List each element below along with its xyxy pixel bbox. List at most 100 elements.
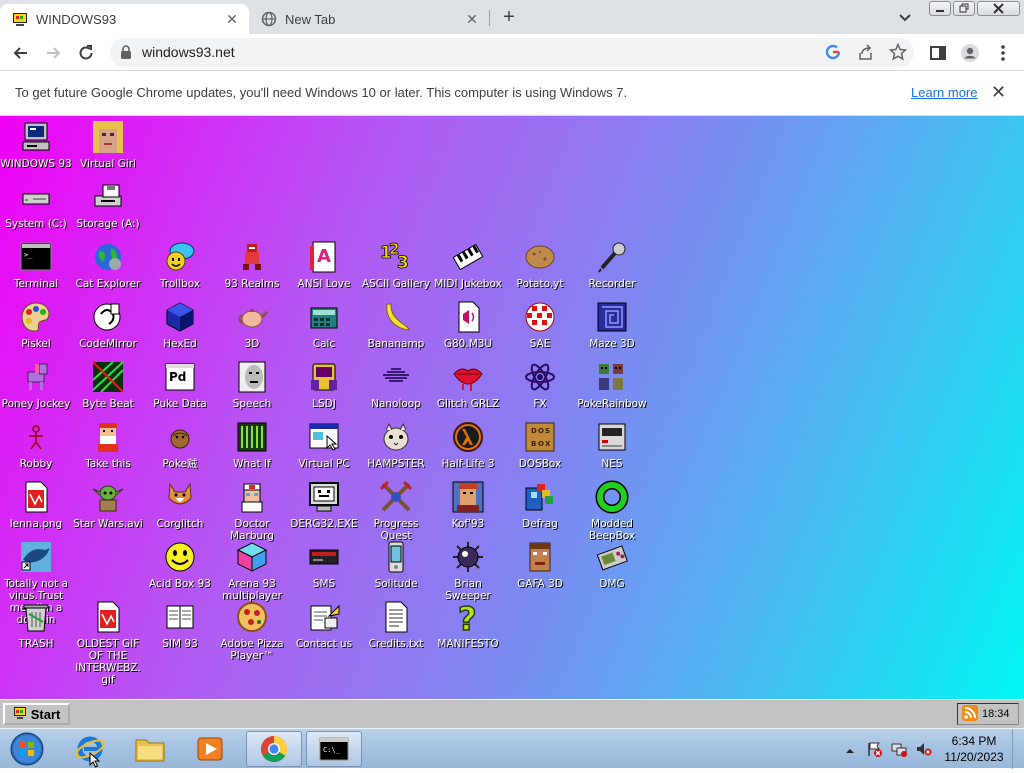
desktop-icon-sms[interactable]: SMS xyxy=(288,540,360,590)
desktop-icon-ascii-gallery[interactable]: 123 ASCII Gallery xyxy=(360,240,432,290)
desktop-icon-corglitch[interactable]: Corglitch xyxy=(144,480,216,530)
desktop-icon-puke-data[interactable]: Pd Puke Data xyxy=(144,360,216,410)
tab-new-tab[interactable]: New Tab ✕ xyxy=(249,4,489,34)
desktop-icon-defrag[interactable]: Defrag xyxy=(504,480,576,530)
restore-window-button[interactable] xyxy=(953,1,975,16)
desktop-icon-bananamp[interactable]: Bananamp xyxy=(360,300,432,350)
share-icon[interactable] xyxy=(857,44,874,66)
taskbar-google-chrome[interactable] xyxy=(246,731,302,767)
desktop-icon-midi-jukebox[interactable]: MIDI Jukebox xyxy=(432,240,504,290)
desktop-icon-oldest-gif[interactable]: OLDEST GIF OF THE INTERWEBZ.gif xyxy=(72,600,144,686)
chrome-menu-icon[interactable] xyxy=(993,43,1013,63)
desktop-icon-pokerainbow[interactable]: PokeRainbow xyxy=(576,360,648,410)
desktop-icon-recorder[interactable]: Recorder xyxy=(576,240,648,290)
desktop-icon-modded-beepbox[interactable]: Modded BeepBox xyxy=(576,480,648,542)
taskbar-windows-explorer[interactable] xyxy=(122,731,178,767)
desktop-icon-glitch-grlz[interactable]: Glitch GRLZ xyxy=(432,360,504,410)
desktop-icon-what-if[interactable]: What If xyxy=(216,420,288,470)
show-desktop-button[interactable] xyxy=(1012,729,1024,769)
desktop-icon-cat-explorer[interactable]: Cat Explorer xyxy=(72,240,144,290)
desktop-icon-trollbox[interactable]: Trollbox xyxy=(144,240,216,290)
desktop-icon-dosbox[interactable]: DOSBOX DOSBox xyxy=(504,420,576,470)
codemirror-icon xyxy=(93,303,121,331)
desktop-icon-ansi-love[interactable]: A ANSI Love xyxy=(288,240,360,290)
desktop-icon-robby[interactable]: Robby xyxy=(0,420,72,470)
forward-arrow-icon[interactable] xyxy=(43,43,63,63)
desktop-icon-speech[interactable]: Speech xyxy=(216,360,288,410)
tab-search-chevron-icon[interactable] xyxy=(896,8,914,26)
desktop-icon-doctor-marburg[interactable]: Doctor Marburg xyxy=(216,480,288,542)
infobar-close-icon[interactable]: ✕ xyxy=(991,83,1006,101)
desktop-icon-byte-beat[interactable]: Byte Beat xyxy=(72,360,144,410)
desktop-icon-adobe-pizza-player[interactable]: Adobe Pizza Player™ xyxy=(216,600,288,662)
desktop-icon-lsdj[interactable]: LSDJ xyxy=(288,360,360,410)
windows7-clock[interactable]: 6:34 PM 11/20/2023 xyxy=(940,733,1008,765)
desktop-icon-storage-a[interactable]: Storage (A:) xyxy=(72,180,144,230)
desktop-icon-g80-m3u[interactable]: G80.M3U xyxy=(432,300,504,350)
desktop-icon-system-c[interactable]: System (C:) xyxy=(0,180,72,230)
show-hidden-icons-chevron[interactable] xyxy=(845,743,855,761)
desktop-icon-contact-us[interactable]: Contact us xyxy=(288,600,360,650)
desktop-icon-derg32-exe[interactable]: DERG32.EXE xyxy=(288,480,360,530)
close-window-button[interactable] xyxy=(977,1,1020,16)
desktop-icon-progress-quest[interactable]: Progress Quest xyxy=(360,480,432,542)
desktop-icon-sae[interactable]: SAE xyxy=(504,300,576,350)
desktop-icon-fx[interactable]: FX xyxy=(504,360,576,410)
desktop-icon-manifesto[interactable]: ? MANIFESTO xyxy=(432,600,504,650)
address-bar[interactable]: windows93.net xyxy=(110,38,914,67)
minimize-window-button[interactable] xyxy=(929,1,951,16)
reload-icon[interactable] xyxy=(76,43,96,63)
desktop-icon-credits-txt[interactable]: Credits.txt xyxy=(360,600,432,650)
desktop-icon-nanoloop[interactable]: Nanoloop xyxy=(360,360,432,410)
desktop-icon-lenna-png[interactable]: lenna.png xyxy=(0,480,72,530)
desktop-icon-acid-box-93[interactable]: Acid Box 93 xyxy=(144,540,216,590)
close-tab-icon[interactable]: ✕ xyxy=(223,10,241,28)
back-arrow-icon[interactable] xyxy=(11,43,31,63)
desktop-icon-nes[interactable]: NES xyxy=(576,420,648,470)
desktop-icon-maze-3d[interactable]: Maze 3D xyxy=(576,300,648,350)
learn-more-link[interactable]: Learn more xyxy=(911,85,977,100)
desktop-icon-virtual-girl[interactable]: Virtual Girl xyxy=(72,120,144,170)
desktop-icon-dmg[interactable]: DMG xyxy=(576,540,648,590)
action-center-flag-icon[interactable] xyxy=(866,741,882,757)
bookmark-star-icon[interactable] xyxy=(888,42,908,66)
desktop-icon-sim-93[interactable]: SIM 93 xyxy=(144,600,216,650)
network-icon[interactable] xyxy=(891,741,907,757)
windows7-start-orb[interactable] xyxy=(2,731,52,767)
desktop-icon-windows-93[interactable]: WINDOWS 93 xyxy=(0,120,72,170)
desktop-icon-hampster[interactable]: HAMPSTER xyxy=(360,420,432,470)
desktop-icon-kof93[interactable]: Kof'93 xyxy=(432,480,504,530)
desktop-icon-3d[interactable]: 3D xyxy=(216,300,288,350)
desktop-icon-half-life-3[interactable]: Half-Life 3 xyxy=(432,420,504,470)
url-text[interactable]: windows93.net xyxy=(142,44,235,60)
desktop-icon-brian-sweeper[interactable]: Brian Sweeper xyxy=(432,540,504,602)
new-tab-button[interactable]: + xyxy=(498,6,520,28)
google-translate-icon[interactable] xyxy=(825,44,841,65)
taskbar-command-prompt[interactable]: C:\_ xyxy=(306,731,362,767)
desktop-icon-codemirror[interactable]: CodeMirror xyxy=(72,300,144,350)
desktop-icon-arena-93[interactable]: Arena 93 multiplayer xyxy=(216,540,288,602)
desktop-icon-potato-yt[interactable]: Potato.yt xyxy=(504,240,576,290)
desktop-icon-take-this[interactable]: Take this xyxy=(72,420,144,470)
desktop-icon-calc[interactable]: Calc xyxy=(288,300,360,350)
side-panel-icon[interactable] xyxy=(928,43,948,63)
desktop-icon-hexed[interactable]: HexEd xyxy=(144,300,216,350)
tab-windows93[interactable]: WINDOWS93 ✕ xyxy=(0,4,249,34)
desktop-icon-93-realms[interactable]: 93 Realms xyxy=(216,240,288,290)
volume-muted-icon[interactable] xyxy=(916,741,932,757)
profile-avatar-icon[interactable] xyxy=(960,43,980,63)
close-tab-icon[interactable]: ✕ xyxy=(463,10,481,28)
rss-feed-icon[interactable] xyxy=(962,704,978,724)
desktop-icon-terminal[interactable]: >_ Terminal xyxy=(0,240,72,290)
desktop-icon-gafa-3d[interactable]: GAFA 3D xyxy=(504,540,576,590)
desktop-icon-poke[interactable]: Poke贼 xyxy=(144,420,216,470)
desktop-icon-star-wars-avi[interactable]: Star Wars.avi xyxy=(72,480,144,530)
start-button[interactable]: Start xyxy=(3,703,70,725)
desktop-icon-virtual-pc[interactable]: Virtual PC xyxy=(288,420,360,470)
lock-icon[interactable] xyxy=(120,45,132,65)
desktop-icon-solitude[interactable]: Solitude xyxy=(360,540,432,590)
desktop-icon-piskel[interactable]: Piskel xyxy=(0,300,72,350)
taskbar-media-player[interactable] xyxy=(182,731,238,767)
desktop-icon-trash[interactable]: TRASH xyxy=(0,600,72,650)
desktop-icon-poney-jockey[interactable]: Poney Jockey xyxy=(0,360,72,410)
